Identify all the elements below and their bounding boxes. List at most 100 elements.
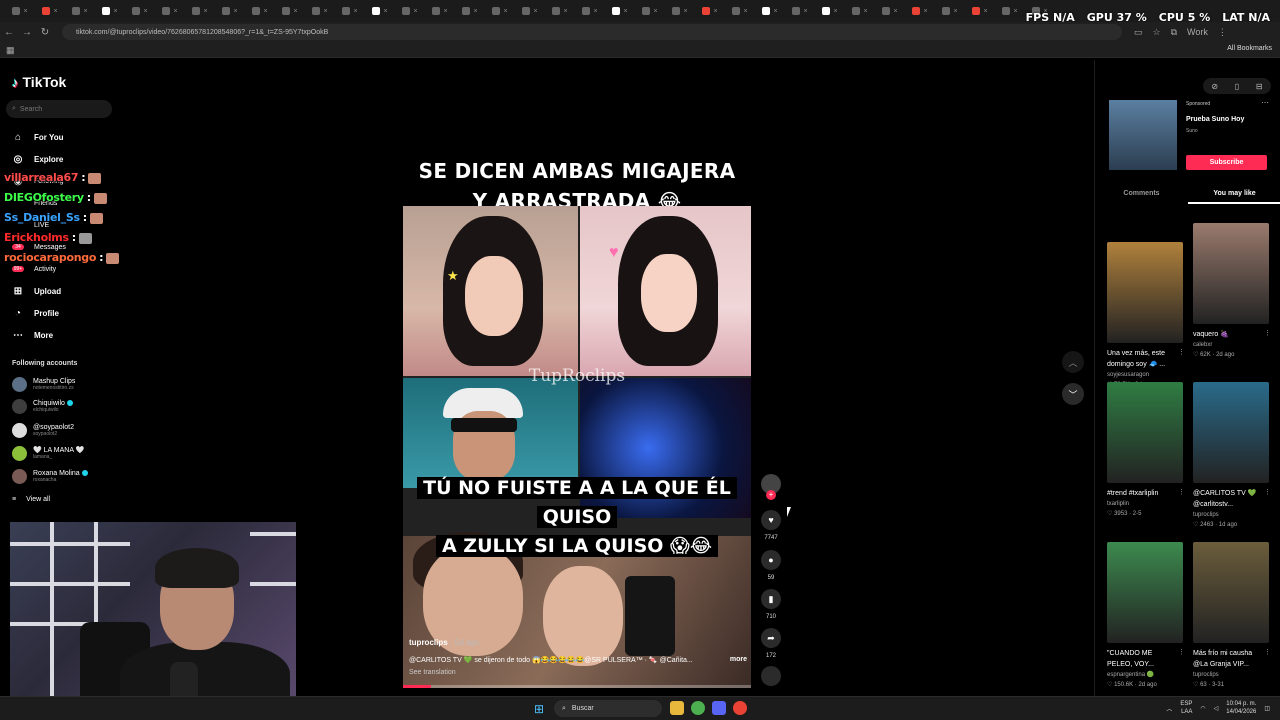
recommended-video-card[interactable]: vaquero 🍇 calebxr ♡ 62K · 2d ago ⋮ — [1193, 223, 1271, 360]
video-player[interactable]: ♥ ★ TupRoclips TÚ NO FUISTE A A LA QUE É… — [403, 206, 751, 688]
video-thumbnail[interactable] — [1107, 542, 1183, 643]
close-tab-icon[interactable]: × — [923, 8, 927, 15]
close-tab-icon[interactable]: × — [413, 8, 417, 15]
card-author[interactable]: tuproclips — [1193, 510, 1269, 520]
close-tab-icon[interactable]: × — [203, 8, 207, 15]
clock[interactable]: 10:04 p. m. 14/04/2026 — [1226, 700, 1256, 716]
phone-icon[interactable]: ▯ — [1235, 82, 1239, 91]
language-indicator[interactable]: ESP LAA — [1180, 700, 1192, 716]
sponsor-title[interactable]: Prueba Suno Hoy — [1186, 116, 1244, 123]
browser-tab[interactable]: × — [516, 3, 544, 19]
notification-icon[interactable]: ◫ — [1264, 705, 1270, 712]
close-tab-icon[interactable]: × — [263, 8, 267, 15]
sponsor-thumbnail[interactable] — [1109, 100, 1177, 170]
sidebar-item-profile[interactable]: ◔ Profile — [12, 302, 122, 324]
browser-tab[interactable]: × — [486, 3, 514, 19]
video-progress-bar[interactable] — [403, 685, 751, 688]
card-options-icon[interactable]: ⋮ — [1178, 488, 1185, 496]
close-tab-icon[interactable]: × — [713, 8, 717, 15]
files-icon[interactable] — [670, 701, 684, 715]
browser-tab[interactable]: × — [966, 3, 994, 19]
browser-tab[interactable]: × — [876, 3, 904, 19]
bookmark-star-icon[interactable]: ☆ — [1153, 27, 1161, 38]
card-options-icon[interactable]: ⋮ — [1178, 648, 1185, 656]
card-author[interactable]: tuproclips — [1193, 670, 1269, 680]
browser-tab[interactable]: × — [996, 3, 1024, 19]
browser-tab[interactable]: × — [186, 3, 214, 19]
browser-tab[interactable]: × — [936, 3, 964, 19]
browser-tab[interactable]: × — [126, 3, 154, 19]
volume-icon[interactable]: ◁ — [1214, 705, 1219, 712]
browser-tab[interactable]: × — [576, 3, 604, 19]
comment-button[interactable]: ● 59 — [760, 550, 782, 581]
browser-tab[interactable]: × — [396, 3, 424, 19]
close-tab-icon[interactable]: × — [353, 8, 357, 15]
close-tab-icon[interactable]: × — [863, 8, 867, 15]
card-options-icon[interactable]: ⋮ — [1178, 348, 1185, 356]
browser-tab[interactable]: × — [36, 3, 64, 19]
following-account[interactable]: @soypaolot2 soypaolot2 — [12, 419, 122, 441]
all-bookmarks-link[interactable]: All Bookmarks — [1227, 45, 1272, 52]
browser-tab[interactable]: × — [636, 3, 664, 19]
sound-button[interactable] — [760, 666, 782, 686]
browser-tab[interactable]: × — [246, 3, 274, 19]
subscribe-button[interactable]: Subscribe — [1186, 155, 1267, 170]
browser-tab[interactable]: × — [66, 3, 94, 19]
url-field[interactable]: tiktok.com/@tuproclips/video/76268065781… — [62, 24, 1122, 40]
previous-video-button[interactable]: ︿ — [1062, 351, 1084, 373]
close-tab-icon[interactable]: × — [443, 8, 447, 15]
close-tab-icon[interactable]: × — [1013, 8, 1017, 15]
taskbar-search[interactable]: ⌕ Buscar — [554, 700, 662, 717]
browser-tab[interactable]: × — [306, 3, 334, 19]
card-author[interactable]: txarliplin — [1107, 499, 1183, 509]
browser-tab[interactable]: × — [756, 3, 784, 19]
tray-chevron-icon[interactable]: ︿ — [1166, 704, 1172, 713]
card-options-icon[interactable]: ⋮ — [1264, 648, 1271, 656]
follow-plus-icon[interactable]: + — [766, 490, 776, 500]
following-account[interactable]: 🤍 LA MANA 🤍 lamana_ — [12, 442, 122, 464]
browser-tab[interactable]: × — [426, 3, 454, 19]
tiktok-logo[interactable]: ♪ TikTok — [12, 74, 66, 90]
wifi-icon[interactable]: ◠ — [1200, 705, 1205, 712]
video-thumbnail[interactable] — [1107, 382, 1183, 483]
close-tab-icon[interactable]: × — [113, 8, 117, 15]
recommended-video-card[interactable]: "CUANDO ME PELEO, VOY... espnargentina 🟢 ♡… — [1107, 542, 1185, 690]
chrome-icon[interactable] — [691, 701, 705, 715]
tab-you-may-like[interactable]: You may like — [1188, 184, 1280, 204]
browser-tab[interactable]: × — [606, 3, 634, 19]
close-tab-icon[interactable]: × — [893, 8, 897, 15]
browser-tab[interactable]: × — [906, 3, 934, 19]
video-author[interactable]: tuproclips — [409, 638, 448, 647]
browser-tab[interactable]: × — [456, 3, 484, 19]
close-tab-icon[interactable]: × — [983, 8, 987, 15]
browser-tab[interactable]: × — [96, 3, 124, 19]
cast-icon[interactable]: ▭ — [1134, 27, 1143, 38]
sidebar-item-for-you[interactable]: ⌂ For You — [12, 126, 122, 148]
close-tab-icon[interactable]: × — [563, 8, 567, 15]
recommended-video-card[interactable]: Más frío mi causha @La Granja VIP... tupr… — [1193, 542, 1271, 690]
sponsor-options-icon[interactable]: ⋯ — [1261, 98, 1269, 107]
close-tab-icon[interactable]: × — [83, 8, 87, 15]
video-thumbnail[interactable] — [1107, 242, 1183, 343]
close-tab-icon[interactable]: × — [173, 8, 177, 15]
browser-tab[interactable]: × — [666, 3, 694, 19]
card-author[interactable]: soyjesusaragon — [1107, 370, 1183, 380]
more-button[interactable]: more — [730, 656, 747, 664]
browser-tab[interactable]: × — [696, 3, 724, 19]
discord-icon[interactable] — [712, 701, 726, 715]
see-translation-link[interactable]: See translation — [409, 669, 747, 676]
close-tab-icon[interactable]: × — [233, 8, 237, 15]
card-options-icon[interactable]: ⋮ — [1264, 329, 1271, 337]
browser-tab[interactable]: × — [726, 3, 754, 19]
card-options-icon[interactable]: ⋮ — [1264, 488, 1271, 496]
browser-tab[interactable]: × — [336, 3, 364, 19]
recommended-video-card[interactable]: Una vez más, este domingo soy 🧢 ... soyje… — [1107, 242, 1185, 390]
close-tab-icon[interactable]: × — [533, 8, 537, 15]
close-tab-icon[interactable]: × — [383, 8, 387, 15]
following-account[interactable]: Mashup Clips notemenostitiro.zs — [12, 373, 122, 395]
close-tab-icon[interactable]: × — [53, 8, 57, 15]
close-tab-icon[interactable]: × — [773, 8, 777, 15]
view-all-link[interactable]: ≡ View all — [12, 496, 50, 503]
close-tab-icon[interactable]: × — [623, 8, 627, 15]
forward-arrow-icon[interactable]: → — [18, 27, 36, 38]
